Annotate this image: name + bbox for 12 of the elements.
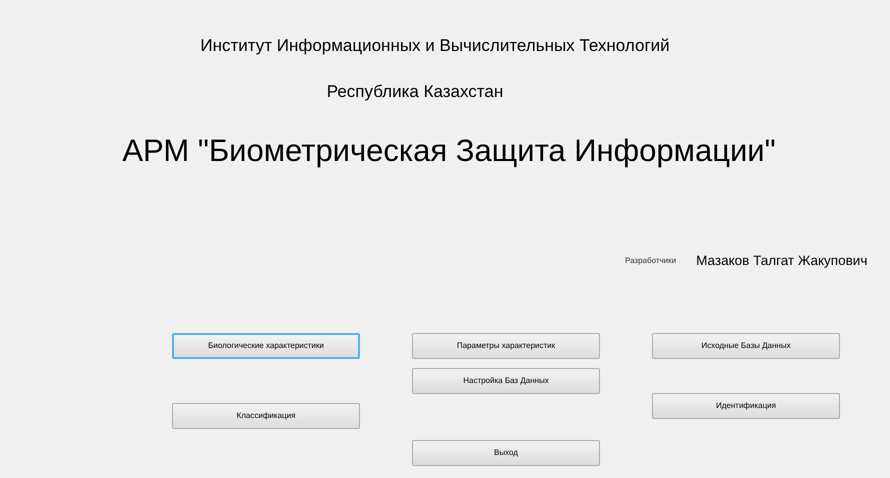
form-button[interactable]: Выход <box>412 440 600 466</box>
app-title: АРМ "Биометрическая Защита Информации" <box>122 132 776 170</box>
form-button[interactable]: Исходные Базы Данных <box>652 332 840 359</box>
institute-title: Институт Информационных и Вычислительных Технологий <box>200 35 670 57</box>
developer-name: Мазаков Талгат Жакупович <box>696 252 868 270</box>
form-button[interactable]: Идентификация <box>652 392 840 419</box>
form-button[interactable]: Настройка Баз Данных <box>412 368 600 394</box>
form-button[interactable]: Биологические характеристики <box>172 332 360 359</box>
country-title: Республика Казахстан <box>326 80 504 102</box>
form-button[interactable]: Классификация <box>172 402 360 429</box>
form-button[interactable]: Параметры характеристик <box>412 332 600 359</box>
developers-label: Разработчики <box>625 254 676 267</box>
